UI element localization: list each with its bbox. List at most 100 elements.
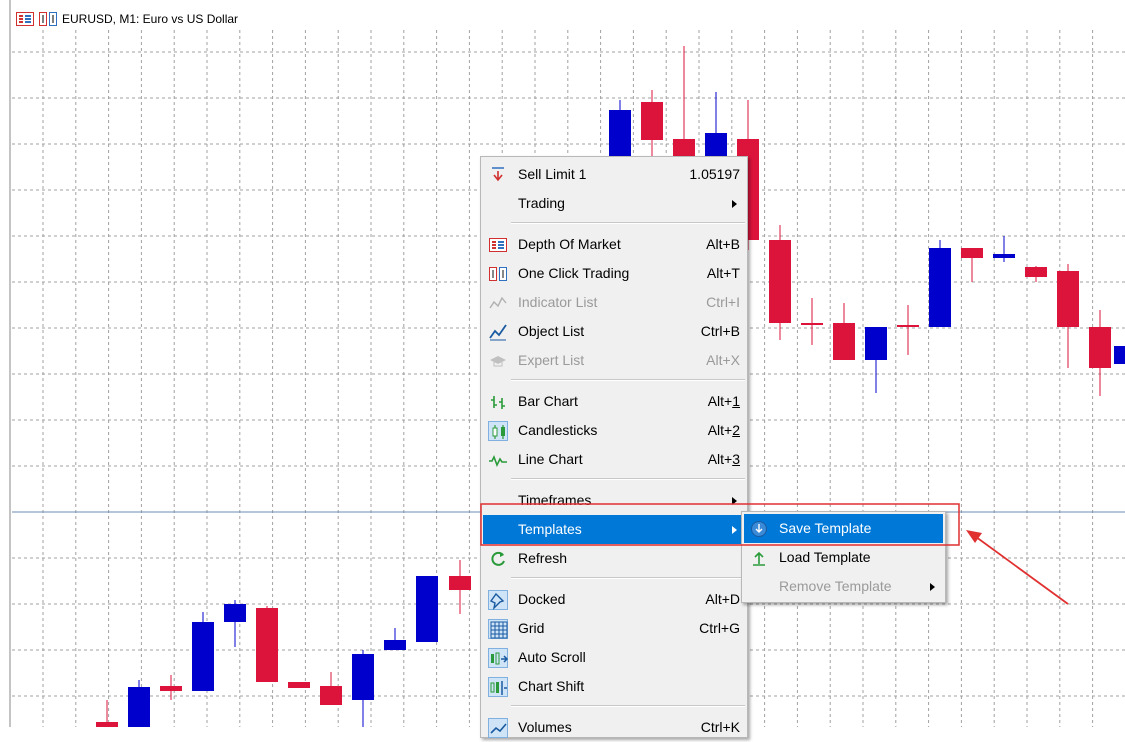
menu-item-shortcut: Ctrl+G (699, 620, 740, 636)
menu-item-shortcut: Alt+B (706, 236, 740, 252)
menu-item-label: Chart Shift (518, 678, 585, 694)
menu-item-bar-chart[interactable]: Bar Chart Alt+1 (483, 387, 745, 416)
menu-item-candlesticks[interactable]: Candlesticks Alt+2 (483, 416, 745, 445)
menu-item-label: Depth Of Market (518, 236, 621, 252)
menu-item-shortcut: Ctrl+K (700, 719, 740, 735)
menu-item-expert-list: Expert List Alt+X (483, 346, 745, 375)
submenu-arrow-icon (732, 497, 737, 505)
candle-body (929, 248, 951, 327)
candle-body (192, 622, 214, 691)
menu-item-object-list[interactable]: Object List Ctrl+B (483, 317, 745, 346)
menu-item-docked[interactable]: Docked Alt+D (483, 585, 745, 614)
menu-item-volumes[interactable]: Volumes Ctrl+K (483, 713, 745, 742)
menu-item-label: Indicator List (518, 294, 598, 310)
menu-item-depth-of-market[interactable]: Depth Of Market Alt+B (483, 230, 745, 259)
candle-body (961, 248, 983, 258)
expert-list-icon (488, 351, 508, 371)
candle-body (1057, 271, 1079, 327)
menu-item-trading[interactable]: Trading (483, 189, 745, 218)
menu-item-label: Load Template (779, 549, 871, 565)
menu-item-shortcut: Alt+1 (707, 393, 740, 409)
candle-body (993, 254, 1015, 258)
menu-item-shortcut: Ctrl+I (706, 294, 740, 310)
candle-body (416, 576, 438, 642)
submenu-arrow-icon (732, 200, 737, 208)
object-list-icon (488, 322, 508, 342)
menu-separator (511, 478, 745, 480)
menu-item-shortcut: Alt+T (706, 265, 740, 281)
indicator-list-icon (488, 293, 508, 313)
menu-item-auto-scroll[interactable]: Auto Scroll (483, 643, 745, 672)
auto-scroll-icon (488, 648, 509, 668)
depth-of-market-icon (488, 235, 508, 255)
menu-item-sell-limit-1[interactable]: Sell Limit 1 1.05197 (483, 160, 745, 189)
candle-body (897, 325, 919, 327)
sell-limit-icon (488, 165, 508, 185)
menu-item-timeframes[interactable]: Timeframes (483, 486, 745, 515)
menu-item-label: Save Template (779, 520, 872, 536)
menu-item-save-template[interactable]: Save Template (744, 514, 943, 543)
candle-body (1089, 327, 1111, 368)
line-chart-icon (488, 450, 508, 470)
menu-item-label: Line Chart (518, 451, 583, 467)
menu-item-one-click-trading[interactable]: One Click Trading Alt+T (483, 259, 745, 288)
menu-item-load-template[interactable]: Load Template (744, 543, 943, 572)
menu-item-shortcut: Alt+D (705, 591, 740, 607)
chart-shift-icon (488, 677, 508, 697)
menu-item-label: Candlesticks (518, 422, 598, 438)
menu-item-label: Sell Limit 1 (518, 166, 587, 182)
menu-separator (511, 379, 745, 381)
menu-separator (511, 705, 745, 707)
save-template-icon (749, 519, 769, 539)
menu-item-label: Bar Chart (518, 393, 578, 409)
candle-body (769, 240, 791, 323)
menu-item-grid[interactable]: Grid Ctrl+G (483, 614, 745, 643)
menu-item-shortcut: Alt+3 (707, 451, 740, 467)
candle-body (1114, 346, 1125, 364)
docked-icon (488, 590, 508, 611)
bar-chart-icon (488, 392, 508, 412)
submenu-arrow-icon (732, 526, 737, 534)
one-click-trading-icon (488, 264, 508, 284)
menu-item-remove-template: Remove Template (744, 572, 943, 601)
grid-icon (488, 619, 508, 639)
candle-body (224, 604, 246, 622)
chart-symbol-label: EURUSD, M1: Euro vs US Dollar (62, 12, 239, 26)
candle-body (160, 686, 182, 691)
menu-item-templates[interactable]: Templates (483, 515, 745, 544)
candle-body (288, 682, 310, 688)
candle-body (384, 640, 406, 650)
candle-body (449, 576, 471, 590)
candle-body (320, 686, 342, 705)
menu-item-label: Grid (518, 620, 545, 636)
refresh-icon (488, 549, 508, 569)
menu-item-label: Expert List (518, 352, 585, 368)
templates-submenu: Save Template Load Template Remove Templat… (741, 511, 946, 603)
candle-body (641, 102, 663, 140)
menu-item-label: Remove Template (779, 578, 892, 594)
depth-of-market-icon[interactable] (16, 12, 34, 26)
menu-item-chart-shift[interactable]: Chart Shift (483, 672, 745, 701)
menu-item-label: Trading (518, 195, 565, 211)
candle-body (96, 722, 118, 727)
menu-separator (511, 222, 745, 224)
menu-item-line-chart[interactable]: Line Chart Alt+3 (483, 445, 745, 474)
load-template-icon (749, 548, 769, 568)
menu-item-indicator-list: Indicator List Ctrl+I (483, 288, 745, 317)
menu-item-label: Docked (518, 591, 566, 607)
menu-item-shortcut: Alt+2 (707, 422, 740, 438)
menu-separator (511, 577, 745, 579)
candle-body (128, 687, 150, 727)
menu-item-shortcut: Alt+X (706, 352, 740, 368)
menu-item-label: Volumes (518, 719, 572, 735)
menu-item-label: Auto Scroll (518, 649, 586, 665)
candle-body (833, 323, 855, 360)
menu-item-refresh[interactable]: Refresh (483, 544, 745, 573)
candle-body (865, 327, 887, 360)
menu-item-label: One Click Trading (518, 265, 630, 281)
one-click-trading-icon[interactable] (39, 12, 57, 26)
menu-item-label: Timeframes (518, 492, 592, 508)
candle-body (352, 654, 374, 700)
submenu-arrow-icon (930, 583, 935, 591)
candle-body (801, 323, 823, 325)
